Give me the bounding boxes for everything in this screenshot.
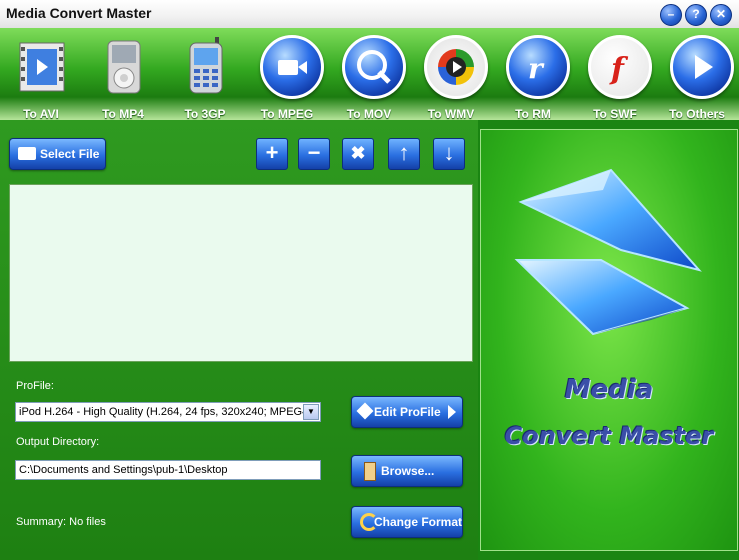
real-icon: r (506, 35, 570, 99)
brand-panel: Media Convert Master (480, 129, 738, 551)
output-directory-field[interactable]: C:\Documents and Settings\pub-1\Desktop (15, 460, 321, 480)
play-icon (670, 35, 734, 99)
change-format-button[interactable]: Change Format (351, 506, 463, 538)
flash-icon: f (588, 35, 652, 99)
summary-text: Summary: No files (16, 516, 106, 528)
logo-arrows-icon (514, 168, 702, 336)
play-arrow-icon (448, 405, 456, 419)
camera-icon (260, 35, 324, 99)
to-avi-button[interactable]: To AVI (0, 28, 82, 121)
minus-icon: − (307, 140, 321, 165)
browse-button[interactable]: Browse... (351, 455, 463, 487)
edit-profile-button[interactable]: Edit ProFile (351, 396, 463, 428)
window-title: Media Convert Master (6, 5, 152, 21)
add-file-button[interactable]: + (256, 138, 288, 170)
to-3gp-button[interactable]: To 3GP (164, 28, 246, 121)
ipod-icon (100, 35, 148, 95)
minimize-button[interactable]: – (660, 4, 682, 26)
to-swf-button[interactable]: f To SWF (574, 28, 656, 121)
cross-icon: ✖ (350, 143, 366, 163)
brand-title-line1: Media (564, 375, 654, 405)
folder-icon (18, 147, 36, 160)
clear-list-button[interactable]: ✖ (342, 138, 374, 170)
format-toolbar: To AVI To MP4 To 3GP To MPEG To MOV To W… (0, 28, 739, 121)
door-icon (364, 462, 376, 481)
to-rm-button[interactable]: r To RM (492, 28, 574, 121)
to-mp4-button[interactable]: To MP4 (82, 28, 164, 121)
quicktime-icon (342, 35, 406, 99)
move-up-button[interactable]: ↑ (388, 138, 420, 170)
file-list[interactable] (9, 184, 473, 362)
chevron-down-icon[interactable]: ▼ (303, 404, 319, 420)
profile-value: iPod H.264 - High Quality (H.264, 24 fps… (19, 406, 309, 418)
select-file-button[interactable]: Select File (9, 138, 106, 170)
to-wmv-button[interactable]: To WMV (410, 28, 492, 121)
arrow-up-icon: ↑ (398, 140, 410, 165)
profile-select[interactable]: iPod H.264 - High Quality (H.264, 24 fps… (15, 402, 321, 422)
brand-title-line2: Convert Master (504, 422, 714, 450)
to-mpeg-button[interactable]: To MPEG (246, 28, 328, 121)
output-directory-value: C:\Documents and Settings\pub-1\Desktop (19, 464, 228, 476)
arrow-down-icon: ↓ (443, 140, 455, 165)
phone-icon (182, 35, 230, 95)
title-bar: Media Convert Master – ? ✕ (0, 0, 739, 29)
film-icon (18, 35, 66, 95)
close-button[interactable]: ✕ (710, 4, 732, 26)
profile-label: ProFile: (16, 380, 54, 392)
wmv-icon (424, 35, 488, 99)
to-others-button[interactable]: To Others (656, 28, 738, 121)
svg-text:r: r (528, 52, 545, 85)
app-window: Media Convert Master – ? ✕ To AVI To MP4… (0, 0, 739, 560)
move-down-button[interactable]: ↓ (433, 138, 465, 170)
plus-icon: + (265, 140, 279, 165)
svg-text:f: f (609, 52, 629, 87)
to-mov-button[interactable]: To MOV (328, 28, 410, 121)
help-button[interactable]: ? (685, 4, 707, 26)
edit-icon (356, 402, 374, 420)
output-directory-label: Output Directory: (16, 436, 100, 448)
remove-file-button[interactable]: − (298, 138, 330, 170)
